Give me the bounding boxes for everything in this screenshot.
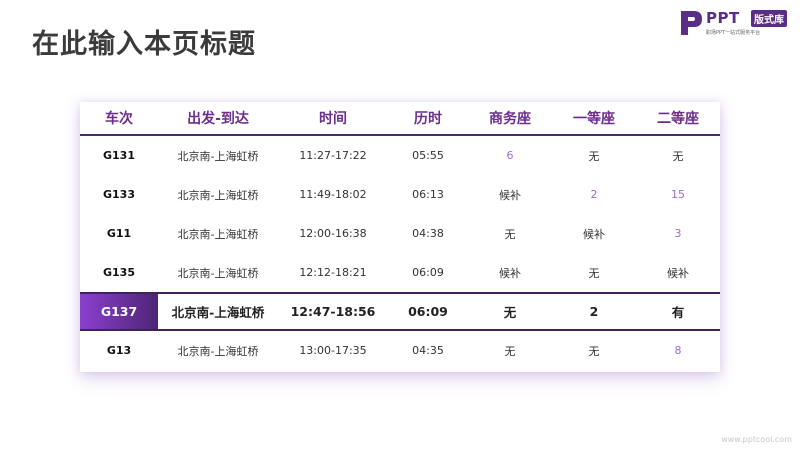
table-row: G11 北京南-上海虹桥 12:00-16:38 04:38 无 候补 3: [80, 214, 720, 253]
cell-first-class: 2: [590, 188, 598, 201]
table-row: G135 北京南-上海虹桥 12:12-18:21 06:09 候补 无 候补: [80, 253, 720, 293]
cell-time: 12:00-16:38: [299, 227, 367, 240]
cell-duration: 06:09: [388, 292, 468, 331]
cell-duration: 05:55: [412, 149, 444, 162]
cell-first-class: 无: [588, 344, 600, 358]
brand-logo: PPT 版式库 职场PPT一站式服务平台: [678, 9, 796, 39]
logo-badge: 版式库: [751, 10, 787, 27]
cell-route: 北京南-上海虹桥: [177, 344, 259, 358]
table-row: G133 北京南-上海虹桥 11:49-18:02 06:13 候补 2 15: [80, 175, 720, 214]
train-schedule-table: 车次 出发-到达 时间 历时 商务座 一等座 二等座 G131 北京南-上海虹桥 11:27-1…: [80, 102, 720, 370]
cell-business-seat: 无: [504, 227, 516, 241]
cell-second-class: 3: [674, 227, 682, 240]
cell-route: 北京南-上海虹桥: [177, 149, 259, 163]
cell-duration: 04:35: [412, 344, 444, 357]
cell-duration: 06:09: [412, 266, 444, 279]
cell-business-seat: 候补: [499, 188, 521, 202]
cell-first-class: 无: [588, 266, 600, 280]
cell-time: 11:27-17:22: [299, 149, 367, 162]
cell-route: 北京南-上海虹桥: [177, 227, 259, 241]
cell-business-seat: 候补: [499, 266, 521, 280]
cell-second-class: 15: [671, 188, 685, 201]
cell-route: 北京南-上海虹桥: [177, 188, 259, 202]
cell-train-number: G131: [103, 149, 135, 162]
column-header-second-class: 二等座: [636, 102, 720, 136]
cell-first-class: 2: [552, 292, 636, 331]
cell-business-seat: 无: [468, 292, 552, 331]
cell-business-seat: 无: [504, 344, 516, 358]
table-row: G13 北京南-上海虹桥 13:00-17:35 04:35 无 无 8: [80, 330, 720, 370]
cell-second-class: 候补: [667, 266, 689, 280]
column-header-duration: 历时: [388, 102, 468, 136]
table-body: G131 北京南-上海虹桥 11:27-17:22 05:55 6 无无 G133 北京南-上…: [80, 135, 720, 370]
logo-tagline: 职场PPT一站式服务平台: [706, 30, 761, 36]
cell-train-number: G137: [80, 292, 158, 331]
cell-time: 13:00-17:35: [299, 344, 367, 357]
watermark: www.pptcool.com: [721, 435, 792, 444]
cell-duration: 04:38: [412, 227, 444, 240]
page-title: 在此输入本页标题: [32, 29, 256, 60]
table-header-row: 车次 出发-到达 时间 历时 商务座 一等座 二等座: [80, 102, 720, 136]
cell-route: 北京南-上海虹桥: [158, 292, 278, 331]
logo-wordmark: PPT: [706, 9, 740, 27]
cell-second-class: 无: [672, 149, 684, 163]
cell-train-number: G11: [106, 227, 132, 240]
cell-route: 北京南-上海虹桥: [177, 266, 259, 280]
cell-second-class: 有: [636, 292, 720, 331]
cell-first-class: 无: [588, 149, 600, 163]
column-header-route: 出发-到达: [158, 102, 278, 136]
column-header-business-seat: 商务座: [468, 102, 552, 136]
cell-business-seat: 6: [506, 149, 514, 162]
cell-train-number: G135: [103, 266, 135, 279]
cell-train-number: G13: [106, 344, 132, 357]
column-header-first-class: 一等座: [552, 102, 636, 136]
cell-second-class: 8: [674, 344, 682, 357]
ppt-logo-icon: [681, 11, 702, 35]
table-row: G131 北京南-上海虹桥 11:27-17:22 05:55 6 无 无: [80, 135, 720, 175]
train-schedule-card: 车次 出发-到达 时间 历时 商务座 一等座 二等座 G131 北京南-上海虹桥 11:27-1…: [80, 102, 720, 372]
cell-duration: 06:13: [412, 188, 444, 201]
column-header-train-number: 车次: [80, 102, 158, 136]
table-row: G137 北京南-上海虹桥 12:47-18:56 06:09 无 2 有: [80, 292, 720, 331]
cell-train-number: G133: [103, 188, 135, 201]
column-header-time: 时间: [278, 102, 388, 136]
cell-time: 12:47-18:56: [278, 292, 388, 331]
cell-first-class: 候补: [583, 227, 605, 241]
cell-time: 11:49-18:02: [299, 188, 367, 201]
cell-time: 12:12-18:21: [299, 266, 367, 279]
